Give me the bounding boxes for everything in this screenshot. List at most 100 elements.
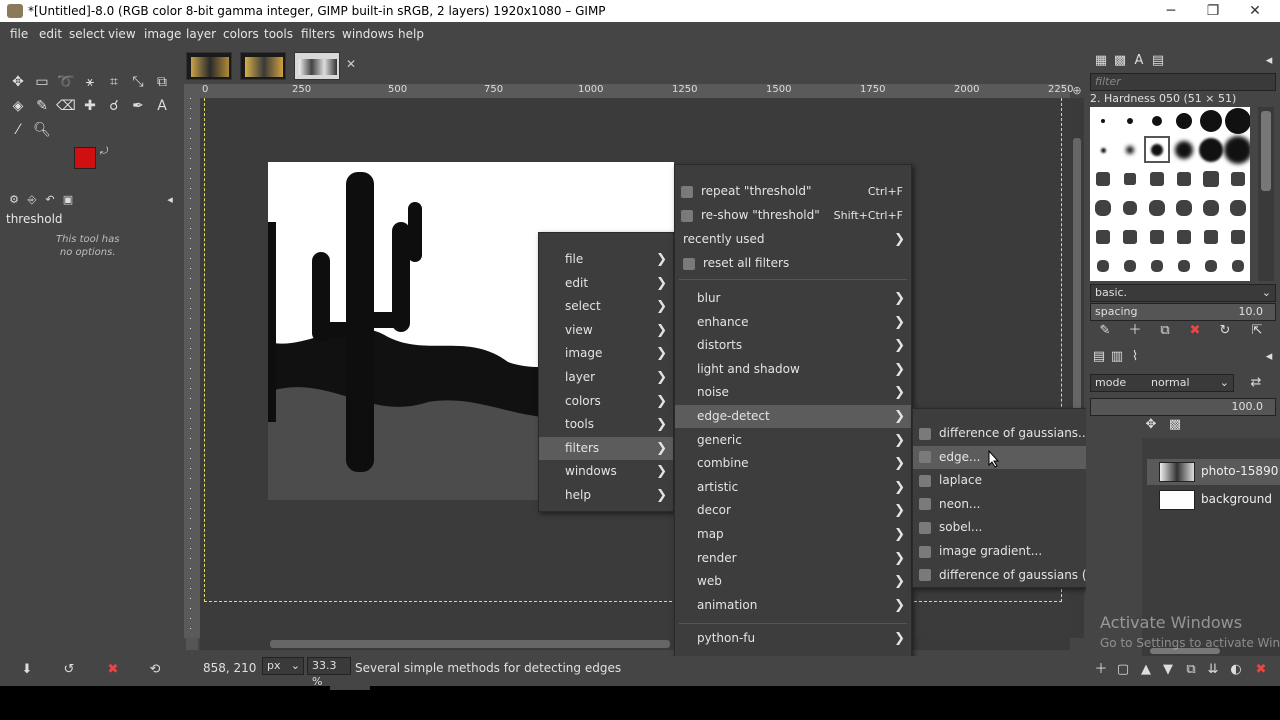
duplicate-brush-icon[interactable]: ⧉ (1156, 322, 1174, 340)
layers-configure-icon[interactable]: ◂ (1260, 348, 1278, 366)
brush-preset[interactable] (1231, 230, 1245, 244)
filters-menu-edge-detect[interactable]: edge-detect ❯ (675, 405, 911, 428)
duplicate-layer-icon[interactable]: ⧉ (1182, 661, 1200, 679)
restore-tool-preset-icon[interactable]: ↺ (60, 661, 78, 679)
lasso-icon[interactable]: ➰ (56, 72, 76, 92)
rect-select-icon[interactable]: ▭ (32, 72, 52, 92)
brush-preset[interactable] (1150, 172, 1164, 186)
brush-preset[interactable] (1204, 230, 1218, 244)
maximize-button[interactable]: ❐ (1192, 0, 1234, 22)
layer-mode-reset-icon[interactable]: ⇄ (1238, 374, 1274, 392)
close-button[interactable]: ✕ (1234, 0, 1276, 22)
layer-row-background[interactable]: background (1147, 487, 1280, 513)
menu-tools[interactable]: tools (264, 27, 293, 41)
paths-tab-icon[interactable]: ⌇ (1126, 348, 1144, 366)
filters-menu-light-and-shadow[interactable]: light and shadow ❯ (675, 358, 911, 381)
new-layer-group-icon[interactable]: ▢ (1114, 661, 1132, 679)
close-image-tab-icon[interactable]: ✕ (346, 57, 356, 71)
image-tab-thumb-3-active[interactable] (294, 52, 340, 80)
undo-history-tab-icon[interactable]: ↶ (40, 190, 60, 210)
move-tool-icon[interactable]: ✥ (8, 72, 28, 92)
eraser-icon[interactable]: ⌫ (56, 96, 76, 116)
layer-mask-icon[interactable]: ◐ (1227, 661, 1245, 679)
menu-colors[interactable]: colors (223, 27, 259, 41)
menu-layer[interactable]: layer (186, 27, 216, 41)
fuzzy-select-icon[interactable]: ⚹ (80, 72, 100, 92)
unit-select[interactable]: px ⌄ (262, 657, 304, 675)
delete-tool-preset-icon[interactable]: ✖ (104, 661, 122, 679)
brush-preset[interactable] (1101, 119, 1105, 123)
image-menu-tools[interactable]: tools ❯ (539, 413, 673, 436)
brush-preset[interactable] (1096, 230, 1110, 244)
brush-preset[interactable] (1203, 171, 1219, 187)
image-menu-filters[interactable]: filters ❯ (539, 436, 673, 460)
filters-menu-generic[interactable]: generic ❯ (675, 429, 911, 452)
channels-tab-icon[interactable]: ▥ (1108, 348, 1126, 366)
bucket-fill-icon[interactable]: ◈ (8, 96, 28, 116)
device-status-tab-icon[interactable]: ⎆ (22, 190, 42, 210)
swap-colors-icon[interactable]: ⤾ (100, 146, 108, 157)
brush-preset[interactable] (1200, 110, 1222, 132)
menu-help[interactable]: help (398, 27, 424, 41)
brush-preset[interactable] (1095, 200, 1111, 216)
color-picker-icon[interactable]: ⁄ (8, 120, 28, 140)
reset-tool-options-icon[interactable]: ⟲ (146, 661, 164, 679)
brush-preset[interactable] (1152, 116, 1162, 126)
zoom-select[interactable]: 33.3 % (307, 657, 351, 688)
brush-preset[interactable] (1231, 172, 1245, 186)
filters-menu-blur[interactable]: blur ❯ (675, 287, 911, 310)
brush-preset[interactable] (1124, 173, 1136, 185)
merge-layer-icon[interactable]: ⇊ (1204, 661, 1222, 679)
brush-preset[interactable] (1225, 108, 1250, 134)
filters-menu-top-0[interactable]: repeat "threshold" Ctrl+F (675, 180, 911, 203)
menu-filters[interactable]: filters (301, 27, 335, 41)
filters-menu-animation[interactable]: animation ❯ (675, 594, 911, 617)
refresh-brushes-icon[interactable]: ↻ (1216, 322, 1234, 340)
brush-preset[interactable] (1177, 230, 1191, 244)
menu-view[interactable]: view (108, 27, 136, 41)
filters-menu-decor[interactable]: decor ❯ (675, 499, 911, 522)
horizontal-scrollbar[interactable] (200, 638, 1070, 650)
smudge-icon[interactable]: ☌ (104, 96, 124, 116)
lock-position-icon[interactable]: ✥ (1142, 416, 1160, 434)
brush-grid[interactable] (1090, 107, 1250, 281)
images-tab-icon[interactable]: ▣ (58, 190, 78, 210)
filters-menu-enhance[interactable]: enhance ❯ (675, 311, 911, 334)
menu-select[interactable]: select (69, 27, 105, 41)
brush-preset[interactable] (1176, 200, 1192, 216)
brush-preset[interactable] (1230, 200, 1246, 216)
image-menu-view[interactable]: view ❯ (539, 319, 673, 342)
document-history-tab-icon[interactable]: ▤ (1149, 52, 1167, 70)
filters-menu-top-1[interactable]: re-show "threshold" Shift+Ctrl+F (675, 204, 911, 227)
filters-menu-combine[interactable]: combine ❯ (675, 452, 911, 475)
brush-preset[interactable] (1176, 113, 1192, 129)
delete-layer-icon[interactable]: ✖ (1252, 661, 1270, 679)
brushes-tab-icon[interactable]: ▦ (1092, 52, 1110, 70)
open-brush-icon[interactable]: ⇱ (1248, 322, 1266, 340)
brush-preset[interactable] (1127, 118, 1133, 124)
filters-menu-python-fu[interactable]: python-fu ❯ (675, 627, 911, 650)
lock-alpha-icon[interactable]: ▩ (1166, 416, 1184, 434)
filters-menu-top-3[interactable]: reset all filters (675, 252, 911, 275)
image-menu-edit[interactable]: edit ❯ (539, 272, 673, 295)
paintbrush-icon[interactable]: ✎ (32, 96, 52, 116)
brush-filter-input[interactable]: filter (1090, 73, 1276, 91)
scale-icon[interactable]: ⤡ (128, 72, 148, 92)
brush-preset[interactable] (1150, 230, 1164, 244)
layers-tab-icon[interactable]: ▤ (1090, 348, 1108, 366)
save-tool-preset-icon[interactable]: ⬇ (18, 661, 36, 679)
filters-menu-artistic[interactable]: artistic ❯ (675, 476, 911, 499)
brush-preset[interactable] (1149, 200, 1165, 216)
zoom-navigate-icon[interactable]: ⊕ (1070, 84, 1084, 98)
brush-preset[interactable] (1203, 200, 1219, 216)
brush-preset[interactable] (1175, 141, 1193, 159)
spacing-slider[interactable]: spacing 10.0 (1090, 303, 1276, 321)
image-menu-file[interactable]: file ❯ (539, 248, 673, 271)
filters-menu-distorts[interactable]: distorts ❯ (675, 334, 911, 357)
text-tool-icon[interactable]: A (152, 96, 172, 116)
brush-preset[interactable] (1100, 147, 1106, 153)
image-menu-layer[interactable]: layer ❯ (539, 366, 673, 389)
lower-layer-icon[interactable]: ▼ (1159, 661, 1177, 679)
menu-image[interactable]: image (144, 27, 181, 41)
opacity-slider[interactable]: 100.0 (1090, 398, 1276, 416)
